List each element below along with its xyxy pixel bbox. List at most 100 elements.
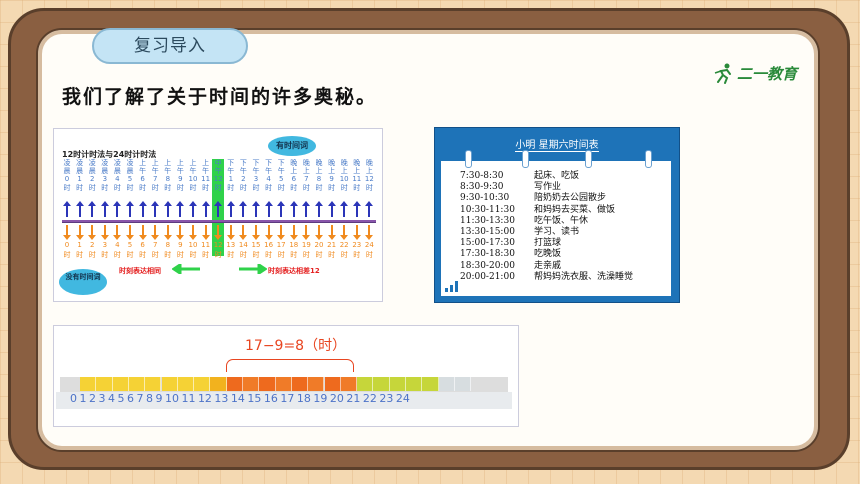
schedule-task: 吃午饭、午休 (534, 215, 589, 226)
hour24-unit: 时 (202, 251, 210, 259)
hour12-label: 12 (213, 175, 223, 183)
period-word: 午 (227, 167, 235, 175)
hour-unit: 时 (315, 184, 323, 192)
period-word: 午 (214, 167, 222, 175)
down-arrow-icon (226, 225, 235, 240)
up-arrow-icon (75, 201, 84, 217)
ruler-cell (210, 377, 227, 391)
left-arrow-icon (172, 264, 200, 274)
period-word: 凌 (63, 159, 71, 167)
up-arrow-icon (214, 201, 223, 217)
hour12-label: 3 (102, 175, 108, 183)
ruler-cell (226, 377, 243, 391)
note-diff: 时刻表达相差12 (268, 267, 320, 275)
schedule-time: 20:00-21:00 (460, 271, 515, 282)
hour24-label: 18 (289, 241, 299, 249)
period-word: 上 (189, 159, 197, 167)
hour24-label: 20 (314, 241, 324, 249)
up-arrow-icon (340, 201, 349, 217)
down-arrow-icon (214, 225, 223, 240)
hour12-label: 9 (329, 175, 334, 183)
binder-ring (522, 150, 529, 168)
schedule-time: 18:30-20:00 (460, 260, 515, 271)
hour-unit: 时 (88, 184, 96, 192)
up-arrow-icon (252, 201, 260, 217)
hour-unit: 时 (290, 184, 298, 192)
hour-column: 凌晨1时 (74, 159, 86, 199)
hour24-unit: 时 (353, 251, 361, 259)
hour24-label: 15 (251, 241, 261, 249)
schedule-time: 8:30-9:30 (460, 182, 504, 193)
hour24-unit: 时 (189, 251, 197, 259)
down-arrow-icon (327, 225, 336, 240)
hour-unit: 时 (126, 184, 134, 192)
schedule-task: 起床、吃饭 (534, 171, 580, 181)
period-word: 午 (252, 167, 260, 175)
down-arrow-icon (201, 225, 210, 240)
up-arrow-icon (226, 201, 235, 217)
period-word: 上 (315, 167, 323, 175)
hour12-label: 3 (253, 175, 259, 183)
schedule-task: 帮妈妈洗衣服、洗澡睡觉 (534, 271, 634, 282)
ruler-cell (422, 377, 439, 391)
hour24-unit: 时 (76, 251, 84, 259)
ruler-cell (161, 377, 178, 391)
hour24-unit: 时 (302, 251, 310, 259)
hour24-label: 12 (213, 241, 223, 249)
hour-unit: 时 (113, 184, 121, 192)
hour24-unit: 时 (151, 251, 159, 259)
down-arrow-icon (63, 225, 71, 240)
schedule-row: 9:30-10:30 陪奶奶去公园散步 (460, 193, 633, 204)
hour24-unit: 时 (265, 251, 273, 259)
up-arrow-icon (239, 201, 248, 217)
period-word: 凌 (101, 159, 109, 167)
period-word: 晨 (113, 167, 121, 175)
ruler-cell (128, 377, 146, 391)
ruler-cell (243, 377, 260, 391)
schedule-task: 学习、读书 (534, 227, 580, 238)
down-arrow-icon (176, 225, 185, 240)
hour12-label: 8 (165, 175, 171, 183)
up-arrow-icon (63, 201, 71, 217)
divider-line-2 (62, 222, 376, 223)
down-arrow-icon (163, 225, 172, 240)
hour24-label: 16 (264, 241, 274, 249)
bubble-without-time-word: 没有时间词 (59, 269, 107, 295)
hour24-unit: 时 (63, 251, 71, 259)
hour24-unit: 时 (101, 251, 109, 259)
up-arrow-icon (151, 201, 160, 217)
right-arrow-icon (239, 264, 267, 274)
hour-column: 上午6时 (137, 159, 149, 199)
period-word: 晚 (302, 159, 310, 167)
hour-unit: 时 (202, 184, 210, 192)
hour-unit: 时 (353, 184, 361, 192)
hour12-label: 7 (152, 175, 158, 183)
hour-unit: 时 (176, 184, 184, 192)
hour24-unit: 时 (252, 251, 260, 259)
schedule-row: 20:00-21:00 帮妈妈洗衣服、洗澡睡觉 (460, 272, 633, 283)
hour12-label: 1 (228, 175, 234, 183)
schedule-time: 17:30-18:30 (460, 249, 515, 260)
ruler-cell (145, 377, 162, 391)
hour-column: 下午2时 (237, 159, 249, 199)
hour12-label: 10 (188, 175, 198, 183)
binder-ring (465, 150, 472, 168)
schedule-row: 15:00-17:30 打篮球 (460, 238, 633, 249)
up-arrow-icon (315, 201, 323, 217)
hour24-unit: 时 (88, 251, 96, 259)
hour24-unit: 时 (315, 251, 323, 259)
ruler-cell (324, 377, 341, 391)
hour24-label: 10 (188, 241, 198, 249)
period-word: 午 (239, 167, 247, 175)
ruler-cell (308, 377, 325, 391)
up-arrow-icon (126, 201, 134, 217)
hour24-label: 6 (140, 241, 145, 249)
schedule-time: 13:30-15:00 (460, 227, 515, 238)
down-arrow-icon (88, 225, 97, 240)
period-word: 晚 (315, 159, 323, 167)
hour-unit: 时 (265, 184, 273, 192)
hour24-label: 22 (339, 241, 349, 249)
hour-unit: 时 (189, 184, 197, 192)
schedule-row: 10:30-11:30 和妈妈去买菜、做饭 (460, 205, 633, 216)
period-word: 午 (189, 167, 197, 175)
